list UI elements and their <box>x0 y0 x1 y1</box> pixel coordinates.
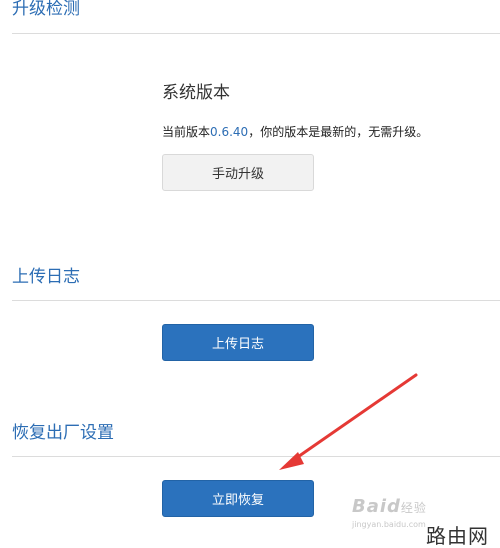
restore-now-button[interactable]: 立即恢复 <box>162 480 314 517</box>
manual-upgrade-button[interactable]: 手动升级 <box>162 154 314 191</box>
upload-log-divider <box>12 300 500 301</box>
factory-reset-divider <box>12 456 500 457</box>
factory-reset-section-title: 恢复出厂设置 <box>12 423 114 443</box>
settings-page: 升级检测 系统版本 当前版本0.6.40，你的版本是最新的，无需升级。 手动升级… <box>0 0 500 548</box>
upgrade-section-title: 升级检测 <box>12 0 80 19</box>
version-number: 0.6.40 <box>210 125 249 139</box>
version-prefix: 当前版本 <box>162 125 211 139</box>
baidu-url-watermark: jingyan.baidu.com <box>352 520 426 529</box>
version-status-text: 当前版本0.6.40，你的版本是最新的，无需升级。 <box>162 123 428 140</box>
baidu-watermark: Baid经验 <box>352 496 427 517</box>
upgrade-divider <box>12 33 500 34</box>
system-version-title: 系统版本 <box>162 83 230 103</box>
luyou-watermark: 路由网 <box>426 524 489 548</box>
upload-log-section-title: 上传日志 <box>12 267 80 287</box>
version-suffix: ，你的版本是最新的，无需升级。 <box>248 125 429 139</box>
upload-log-button[interactable]: 上传日志 <box>162 324 314 361</box>
